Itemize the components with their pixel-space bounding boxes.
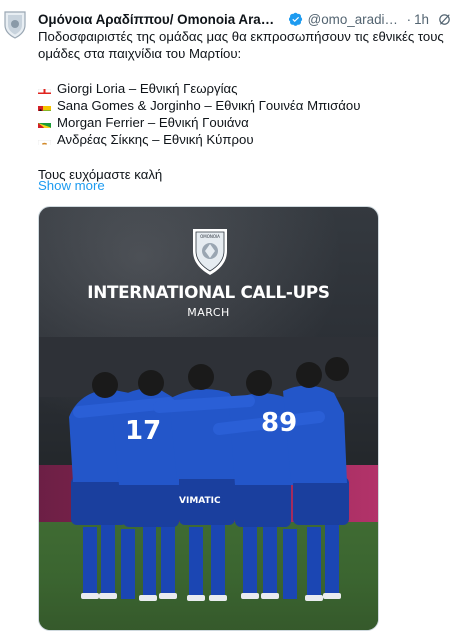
display-name[interactable]: Ομόνοια Αραδίππου/ Omonoia Aradip... <box>38 12 281 27</box>
shirt-sponsor: VIMATIC <box>179 496 221 506</box>
graphic-subline: MARCH <box>187 306 230 319</box>
shirt-number: 17 <box>125 416 161 446</box>
shirt-number: 89 <box>261 408 297 438</box>
graphic-headline: INTERNATIONAL CALL-UPS <box>87 282 330 302</box>
cyprus-flag-icon <box>38 136 51 146</box>
callup-line: Sana Gomes & Jorginho – Εθνική Γουινέα Μ… <box>38 97 448 114</box>
georgia-flag-icon <box>38 85 51 94</box>
club-crest-icon <box>4 11 26 39</box>
callup-text: Sana Gomes & Jorginho – Εθνική Γουινέα Μ… <box>57 97 361 113</box>
guinea-bissau-flag-icon <box>38 102 51 111</box>
callup-line: Giorgi Loria – Εθνική Γεωργίας <box>38 80 448 97</box>
crest-text: OMONOIA <box>200 234 220 239</box>
show-more-link[interactable]: Show more <box>38 178 105 193</box>
verified-badge-icon <box>288 12 302 26</box>
separator-dot: · <box>406 11 412 27</box>
tweet[interactable]: Ομόνοια Αραδίππου/ Omonoia Aradip... @om… <box>0 0 456 637</box>
timestamp[interactable]: 1h <box>414 12 429 27</box>
callup-text: Giorgi Loria – Εθνική Γεωργίας <box>57 80 238 96</box>
callup-text: Ανδρέας Σίκκης – Εθνική Κύπρου <box>57 132 254 148</box>
grok-icon[interactable] <box>437 12 452 27</box>
guyana-flag-icon <box>38 119 51 128</box>
callup-text: Morgan Ferrier – Εθνική Γουιάνα <box>57 114 249 130</box>
tweet-header: Ομόνοια Αραδίππου/ Omonoia Aradip... @om… <box>38 9 452 29</box>
handle[interactable]: @omo_aradipp... <box>308 12 404 27</box>
omonoia-crest-icon: OMONOIA <box>193 229 227 275</box>
tweet-text: Ποδοσφαιριστές της ομάδας μας θα εκπροσω… <box>38 28 448 183</box>
callup-line: Ανδρέας Σίκκης – Εθνική Κύπρου <box>38 131 448 148</box>
text-line: Ποδοσφαιριστές της ομάδας μας θα εκπροσω… <box>38 29 444 44</box>
callup-line: Morgan Ferrier – Εθνική Γουιάνα <box>38 114 448 131</box>
tweet-image[interactable]: 17 89 VIMATIC OMONOIA INTERNATIONAL CALL… <box>38 206 379 631</box>
text-line: ομάδες στα παιχνίδια του Μαρτίου: <box>38 46 242 62</box>
avatar[interactable] <box>4 10 26 40</box>
